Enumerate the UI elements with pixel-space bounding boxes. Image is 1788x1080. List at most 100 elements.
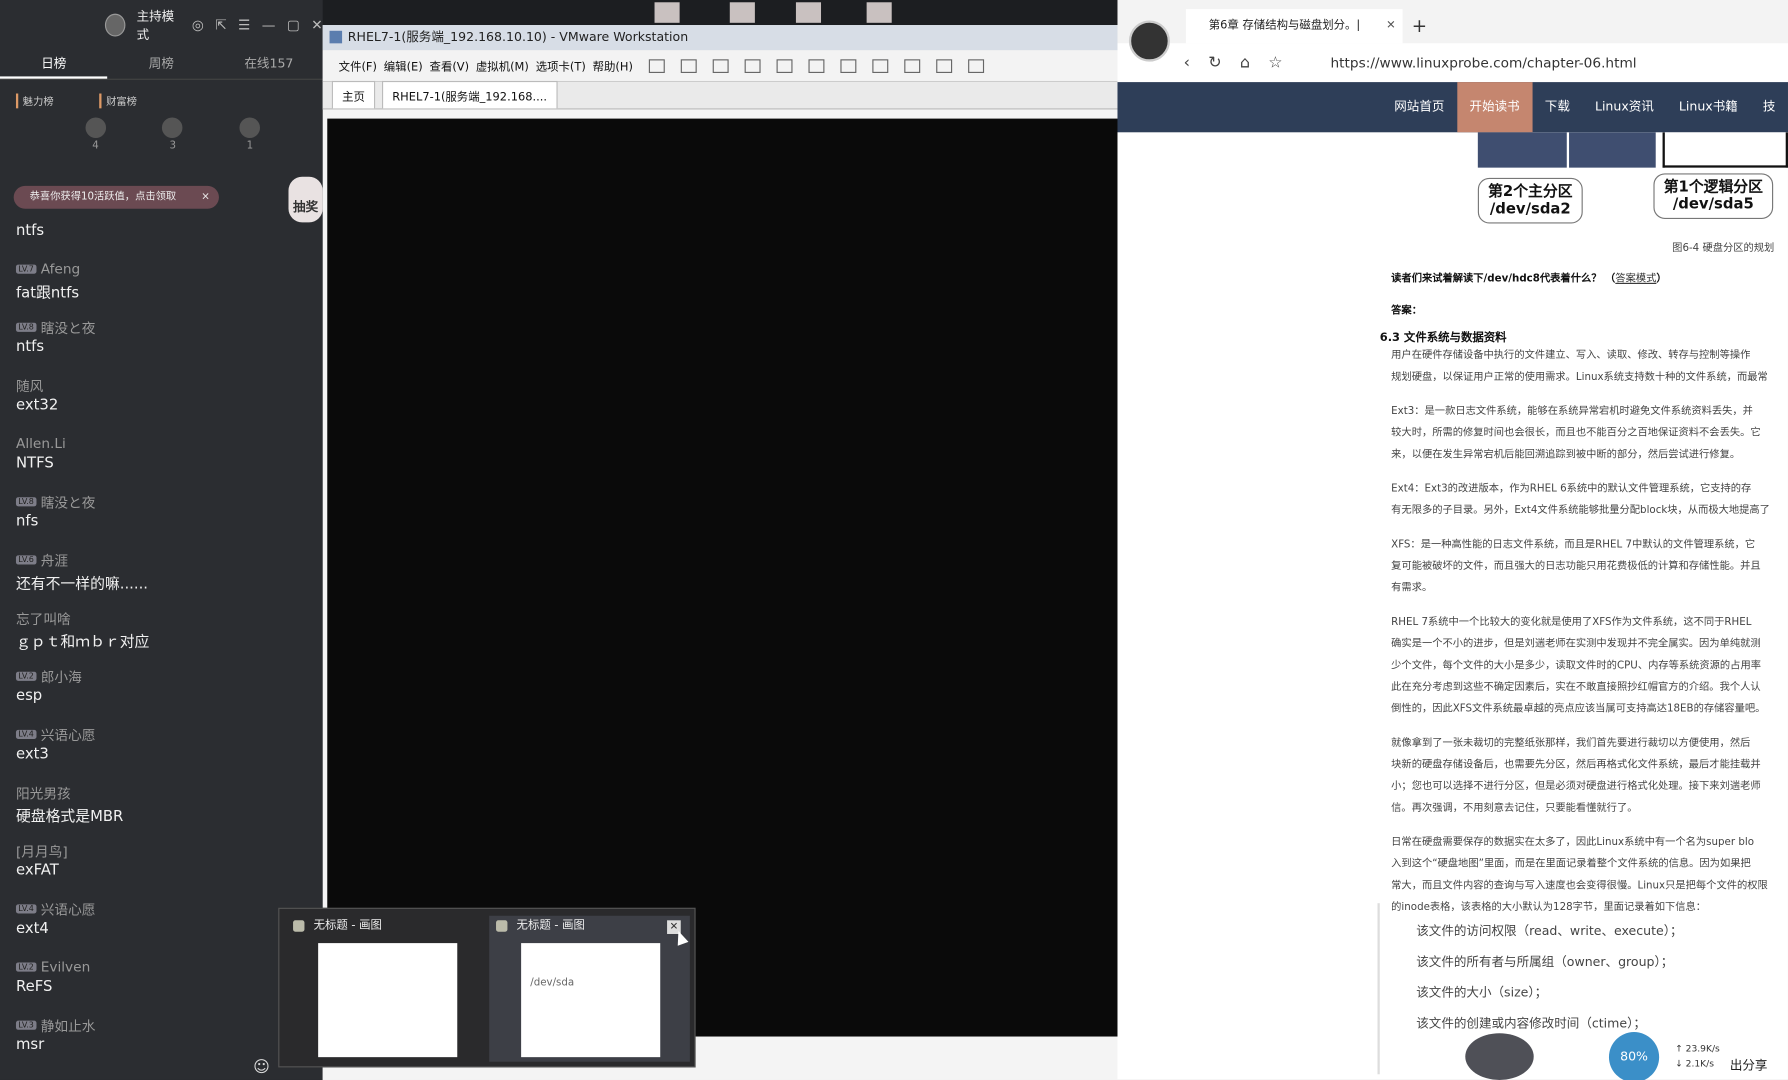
popout-icon[interactable]: ⇱ — [215, 17, 226, 33]
user-name: Afeng — [40, 261, 81, 278]
paragraph-line: Ext4：Ext3的改进版本，作为RHEL 6系统中的默认文件管理系统，它支持的… — [1391, 483, 1752, 495]
nav-read[interactable]: 开始读书 — [1456, 82, 1533, 133]
host-avatar[interactable] — [104, 13, 126, 37]
user-name: 阳光男孩 — [15, 785, 71, 802]
charm-rank-label[interactable]: 魅力榜 — [15, 93, 54, 109]
chat-user[interactable]: LV.4 兴语心愿 — [15, 897, 312, 920]
paragraph-line: RHEL 7系统中一个比较大的变化就是使用了XFS作为文件系统，这不同于RHEL — [1391, 616, 1752, 629]
chat-message: LV.8 瞎没と夜 nfs — [15, 490, 312, 548]
rank-avatar[interactable]: 3 — [162, 117, 184, 152]
nav-home[interactable]: 网站首页 — [1382, 82, 1457, 132]
lottery-button[interactable]: 抽奖 — [288, 176, 323, 223]
chat-user[interactable]: LV.8 瞎没と夜 — [15, 490, 312, 513]
level-badge: LV.4 — [15, 729, 37, 739]
chat-user[interactable]: LV.3 静如止水 — [15, 1014, 312, 1037]
user-name: 郎小海 — [40, 668, 82, 685]
maximize-icon[interactable]: ▢ — [287, 17, 300, 33]
close-tab-icon[interactable]: ✕ — [1386, 9, 1396, 43]
vmware-title: RHEL7-1(服务端_192.168.10.10) - VMware Work… — [322, 25, 1118, 51]
menu-tabs[interactable]: 选项卡(T) — [536, 57, 586, 75]
chat-messages: ntfs LV.7 Afeng fat跟ntfs LV.8 瞎没と夜 ntfs 随风 ext32… — [15, 200, 312, 1072]
message-text: 还有不一样的嘛...... — [15, 575, 149, 594]
tab-daily[interactable]: 日榜 — [0, 50, 108, 79]
close-icon[interactable]: ✕ — [311, 17, 322, 33]
manage-snapshots-icon[interactable] — [776, 58, 793, 73]
pause-icon[interactable] — [648, 58, 665, 73]
rank-avatar[interactable]: 4 — [85, 117, 106, 152]
paragraph-line: 用户在硬件存储设备中执行的文件建立、写入、读取、修改、转存与控制等操作 — [1391, 350, 1751, 362]
vm-console[interactable] — [327, 118, 1118, 1037]
tab-strip: 第6章 存储结构与磁盘划分。| ✕ + — [1117, 0, 1788, 44]
level-badge: LV.6 — [15, 555, 37, 565]
tab-rhel7[interactable]: RHEL7-1(服务端_192.168.... — [382, 80, 558, 109]
chat-user[interactable]: 随风 — [16, 374, 312, 397]
wealth-rank-label[interactable]: 财富榜 — [99, 93, 137, 109]
profile-avatar[interactable] — [1128, 20, 1170, 62]
message-text: ext4 — [15, 920, 49, 938]
paragraph-line: 入到这个“硬盘地图”里面，而是在里面记录着整个文件系统的信息。因为如果把 — [1391, 858, 1751, 871]
chat-user[interactable]: LV.4 兴语心愿 — [15, 723, 312, 746]
tab-online[interactable]: 在线157 — [215, 50, 323, 79]
send-keys-icon[interactable] — [680, 58, 697, 73]
upload-speed-value: 23.9K/s — [1685, 1043, 1720, 1054]
browser-tab[interactable]: 第6章 存储结构与磁盘划分。| ✕ — [1185, 9, 1403, 44]
answer-mode-link[interactable]: 答案模式 — [1615, 274, 1656, 285]
snapshot-icon[interactable] — [712, 58, 729, 73]
menu-view[interactable]: 查看(V) — [430, 57, 470, 75]
nav-tech[interactable]: 技 — [1750, 82, 1788, 132]
revert-icon[interactable] — [744, 58, 761, 73]
level-badge: LV.2 — [15, 962, 37, 972]
chat-user[interactable]: LV.8 瞎没と夜 — [15, 316, 312, 339]
rank-labels: 魅力榜 财富榜 — [0, 80, 323, 109]
chat-user[interactable]: [月月鸟] — [16, 839, 312, 862]
fullscreen-icon[interactable] — [872, 58, 889, 73]
menu-edit[interactable]: 编辑(E) — [384, 57, 423, 75]
chat-user[interactable]: LV.2 Evilven — [15, 956, 312, 979]
chat-message: [月月鸟] exFAT — [16, 839, 312, 897]
chat-user[interactable]: LV.2 郎小海 — [15, 665, 312, 688]
console-icon[interactable] — [936, 58, 953, 73]
nav-news[interactable]: Linux资讯 — [1582, 82, 1666, 132]
emoji-icon[interactable]: ☺ — [253, 1058, 270, 1076]
unity-icon[interactable] — [904, 58, 921, 73]
settings-icon[interactable]: ◎ — [192, 17, 204, 33]
chat-user[interactable]: 忘了叫啥 — [16, 607, 312, 630]
share-button[interactable]: 出分享 — [1730, 1056, 1768, 1074]
partition-block — [1569, 132, 1656, 168]
nav-download[interactable]: 下载 — [1532, 82, 1582, 132]
paint-window-preview[interactable]: 无标题 - 画图 — [286, 916, 487, 1062]
new-tab-icon[interactable]: + — [1412, 9, 1427, 43]
paragraph-line: 来，以便在发生异常宕机后能回溯追踪到被中断的部分，然后尝试进行修复。 — [1391, 449, 1741, 461]
back-icon[interactable]: ‹ — [1184, 54, 1190, 72]
thumbnail-icon[interactable] — [840, 58, 857, 73]
close-icon[interactable]: × — [201, 186, 210, 209]
paint-window-preview[interactable]: 无标题 - 画图 ✕ /dev/sda — [489, 915, 690, 1062]
menu-vm[interactable]: 虚拟机(M) — [476, 57, 529, 75]
chat-user[interactable]: LV.6 舟涯 — [15, 549, 312, 572]
tab-home[interactable]: 主页 — [331, 80, 376, 109]
reload-icon[interactable]: ↻ — [1208, 54, 1221, 72]
message-text: msr — [15, 1036, 45, 1054]
chat-user[interactable]: 阳光男孩 — [16, 781, 312, 804]
menu-file[interactable]: 文件(F) — [339, 57, 377, 75]
chat-message: 随风 ext32 — [16, 374, 312, 432]
stretch-icon[interactable] — [968, 58, 985, 73]
chat-user[interactable]: LV.7 Afeng — [15, 258, 312, 281]
minimize-icon[interactable]: — — [262, 17, 276, 33]
paragraph-line: 日常在硬盘需要保存的数据实在太多了，因此Linux系统中有一个名为super b… — [1391, 837, 1754, 849]
menu-help[interactable]: 帮助(H) — [593, 57, 633, 75]
section-title: 6.3 文件系统与数据资料 — [1379, 331, 1507, 345]
menu-icon[interactable]: ☰ — [238, 17, 250, 33]
home-icon[interactable]: ⌂ — [1240, 54, 1250, 72]
library-icon[interactable] — [808, 58, 825, 73]
bookmark-star-icon[interactable]: ☆ — [1268, 54, 1282, 72]
callout-dev: /dev/sda5 — [1672, 196, 1754, 214]
rank-avatar[interactable]: 1 — [239, 117, 261, 152]
network-monitor[interactable]: 80% ↑ 23.9K/s ↓ 2.1K/s — [1608, 1032, 1737, 1080]
chat-user[interactable]: Allen.Li — [16, 432, 312, 455]
nav-books[interactable]: Linux书籍 — [1666, 82, 1750, 132]
reward-notice[interactable]: 恭喜你获得10活跃值，点击领取 × — [13, 185, 219, 209]
tab-weekly[interactable]: 周榜 — [108, 50, 216, 79]
paragraph-line: 少个文件，每个文件的大小是多少，读取文件时的CPU、内存等系统资源的占用率 — [1391, 660, 1761, 672]
url-field[interactable]: https://www.linuxprobe.com/chapter-06.ht… — [1330, 55, 1636, 71]
